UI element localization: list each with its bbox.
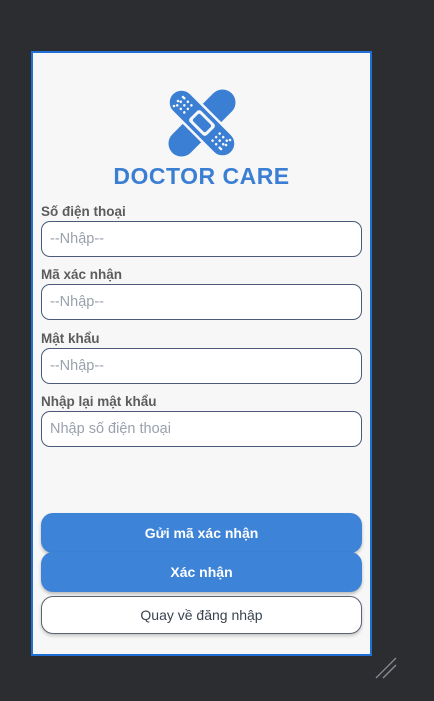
register-form-window: DOCTOR CARE Số điện thoại Mã xác nhận Mậ… — [31, 51, 372, 656]
confirm-button[interactable]: Xác nhận — [41, 552, 362, 592]
resize-grip-icon[interactable] — [374, 656, 398, 680]
crossed-bandages-icon — [166, 88, 237, 158]
phone-label: Số điện thoại — [41, 204, 126, 219]
app-name: DOCTOR CARE — [113, 163, 290, 189]
phone-input[interactable] — [41, 221, 362, 257]
send-code-button[interactable]: Gửi mã xác nhận — [41, 513, 362, 553]
back-to-login-button[interactable]: Quay về đăng nhập — [41, 596, 362, 634]
verification-code-label: Mã xác nhận — [41, 267, 123, 282]
confirm-password-input[interactable] — [41, 411, 362, 447]
app-logo: DOCTOR CARE — [33, 87, 370, 190]
password-label: Mật khẩu — [41, 331, 100, 346]
confirm-password-label: Nhập lại mật khẩu — [41, 394, 157, 409]
verification-code-input[interactable] — [41, 284, 362, 320]
password-input[interactable] — [41, 348, 362, 384]
